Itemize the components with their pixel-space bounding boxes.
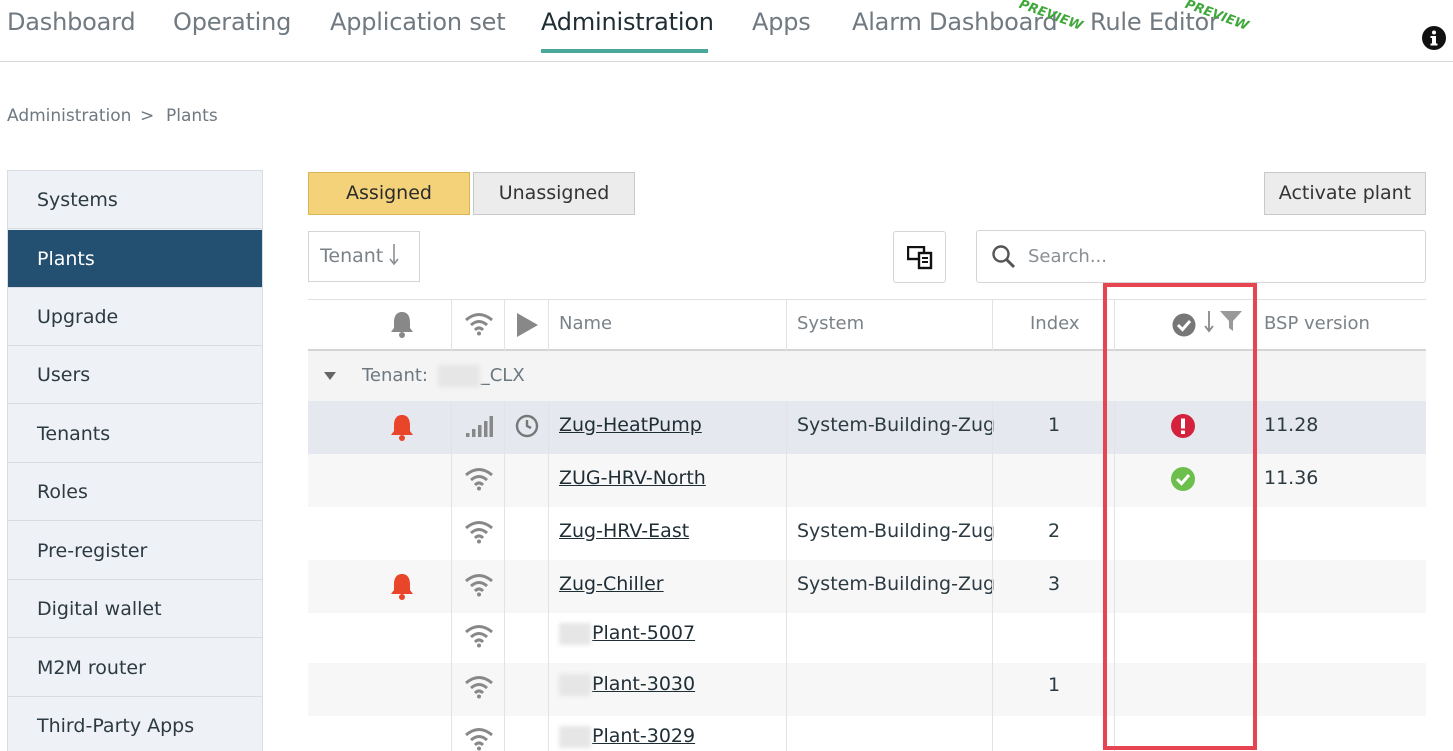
unassigned-tab-button[interactable]: Unassigned bbox=[473, 172, 635, 215]
tab-administration[interactable]: Administration bbox=[541, 8, 714, 36]
ok-status-icon bbox=[1171, 467, 1195, 491]
wifi-icon bbox=[465, 521, 493, 544]
column-divider bbox=[786, 401, 787, 751]
search-input[interactable] bbox=[1028, 241, 1408, 271]
sidebar-item-third-party-apps[interactable]: Third-Party Apps bbox=[8, 697, 262, 751]
table-header: Name System Index BSP version bbox=[308, 299, 1426, 352]
connectivity-column-icon[interactable] bbox=[464, 312, 494, 336]
info-icon[interactable] bbox=[1421, 25, 1447, 51]
tenant-group-prefix: Tenant: bbox=[362, 365, 428, 386]
active-tab-indicator bbox=[541, 49, 708, 53]
plant-bsp-version: 11.36 bbox=[1264, 467, 1319, 489]
plant-name-link[interactable]: ZUG-HRV-North bbox=[559, 467, 706, 489]
redacted-text bbox=[437, 365, 480, 387]
sidebar-item-digital-wallet[interactable]: Digital wallet bbox=[8, 580, 262, 638]
tenant-group-row[interactable]: Tenant: _CLX bbox=[308, 351, 1426, 401]
plant-system: System-Building-Zug bbox=[797, 414, 996, 436]
tenant-group-name: _CLX bbox=[480, 365, 525, 386]
wifi-icon bbox=[465, 676, 493, 699]
redacted-text bbox=[559, 673, 591, 696]
sidebar-item-tenants[interactable]: Tenants bbox=[8, 405, 262, 463]
column-header-system[interactable]: System bbox=[797, 313, 864, 334]
sidebar-item-pre-register[interactable]: Pre-register bbox=[8, 522, 262, 580]
play-column-icon[interactable] bbox=[515, 312, 539, 338]
sidebar-item-m2m-router[interactable]: M2M router bbox=[8, 639, 262, 697]
column-divider bbox=[548, 401, 549, 751]
wifi-icon bbox=[465, 625, 493, 648]
plant-system: System-Building-Zug bbox=[797, 573, 996, 595]
column-header-index[interactable]: Index bbox=[1030, 313, 1080, 334]
search-box bbox=[976, 230, 1426, 283]
column-divider bbox=[1114, 401, 1115, 751]
redacted-text bbox=[559, 725, 591, 748]
sort-down-icon bbox=[389, 244, 399, 266]
plant-name-link[interactable]: Plant-3029 bbox=[592, 725, 695, 747]
columns-icon bbox=[907, 246, 933, 270]
tab-apps[interactable]: Apps bbox=[752, 8, 811, 36]
table-row[interactable]: Plant-3029 bbox=[308, 716, 1426, 751]
sidebar-item-upgrade[interactable]: Upgrade bbox=[8, 288, 262, 346]
search-icon bbox=[992, 245, 1016, 269]
activate-plant-button[interactable]: Activate plant bbox=[1264, 172, 1426, 215]
plant-name-cell: Plant-3030 bbox=[559, 673, 695, 696]
top-navigation: Dashboard Operating Application set Admi… bbox=[0, 0, 1453, 62]
column-divider bbox=[992, 401, 993, 751]
table-row[interactable]: Plant-5007 bbox=[308, 613, 1426, 666]
plant-index: 1 bbox=[1048, 674, 1061, 696]
breadcrumb-separator: > bbox=[140, 106, 155, 126]
plant-name-link[interactable]: Zug-Chiller bbox=[559, 573, 664, 595]
tenant-group-label: Tenant: _CLX bbox=[362, 365, 525, 387]
column-settings-button[interactable] bbox=[893, 231, 946, 283]
plant-name-cell: Plant-5007 bbox=[559, 622, 695, 645]
wifi-icon bbox=[465, 728, 493, 751]
tab-application-set[interactable]: Application set bbox=[330, 8, 506, 36]
wifi-icon bbox=[465, 468, 493, 491]
alarm-bell-column-icon[interactable] bbox=[389, 310, 415, 338]
error-status-icon bbox=[1171, 414, 1195, 438]
plant-name-link[interactable]: Plant-3030 bbox=[592, 673, 695, 695]
plant-name-cell: Plant-3029 bbox=[559, 725, 695, 748]
filter-icon[interactable] bbox=[1219, 310, 1243, 332]
assigned-tab-button[interactable]: Assigned bbox=[308, 172, 470, 215]
sidebar-item-plants[interactable]: Plants bbox=[8, 230, 262, 288]
alarm-bell-icon bbox=[391, 574, 413, 600]
sidebar-item-systems[interactable]: Systems bbox=[8, 171, 262, 229]
sidebar: Systems Plants Upgrade Users Tenants Rol… bbox=[7, 170, 263, 751]
plant-index: 1 bbox=[1048, 414, 1061, 436]
tab-operating[interactable]: Operating bbox=[173, 8, 291, 36]
breadcrumb-current: Plants bbox=[166, 106, 218, 126]
sidebar-item-users[interactable]: Users bbox=[8, 346, 262, 404]
column-header-name[interactable]: Name bbox=[559, 313, 612, 334]
signal-strength-icon bbox=[466, 416, 493, 437]
table-row[interactable]: Zug-HeatPump System-Building-Zug 1 11.28 bbox=[308, 401, 1426, 454]
plant-bsp-version: 11.28 bbox=[1264, 414, 1319, 436]
table-row[interactable]: ZUG-HRV-North 11.36 bbox=[308, 454, 1426, 507]
column-header-bsp-version[interactable]: BSP version bbox=[1264, 313, 1370, 334]
plant-system: System-Building-Zug bbox=[797, 520, 996, 542]
plant-name-link[interactable]: Zug-HeatPump bbox=[559, 414, 702, 436]
caret-down-icon[interactable] bbox=[324, 372, 336, 380]
status-sort-down-icon[interactable] bbox=[1203, 310, 1215, 334]
table-row[interactable]: Plant-3030 1 bbox=[308, 663, 1426, 716]
plant-name-link[interactable]: Plant-5007 bbox=[592, 622, 695, 644]
wifi-icon bbox=[465, 574, 493, 597]
table-row[interactable]: Zug-HRV-East System-Building-Zug 2 bbox=[308, 507, 1426, 560]
plant-index: 3 bbox=[1048, 573, 1061, 595]
column-divider bbox=[451, 401, 452, 751]
table-row[interactable]: Zug-Chiller System-Building-Zug 3 bbox=[308, 560, 1426, 613]
plant-index: 2 bbox=[1048, 520, 1061, 542]
column-divider bbox=[504, 401, 505, 751]
plant-name-link[interactable]: Zug-HRV-East bbox=[559, 520, 689, 542]
alarm-bell-icon bbox=[391, 415, 413, 441]
sidebar-item-roles[interactable]: Roles bbox=[8, 463, 262, 521]
tenant-sort-label: Tenant bbox=[320, 245, 384, 267]
tenant-sort-button[interactable]: Tenant bbox=[308, 231, 420, 282]
clock-icon bbox=[515, 414, 539, 438]
breadcrumb-administration[interactable]: Administration bbox=[7, 106, 131, 126]
tab-dashboard[interactable]: Dashboard bbox=[7, 8, 136, 36]
status-check-column-icon[interactable] bbox=[1171, 312, 1197, 338]
redacted-text bbox=[559, 622, 591, 645]
